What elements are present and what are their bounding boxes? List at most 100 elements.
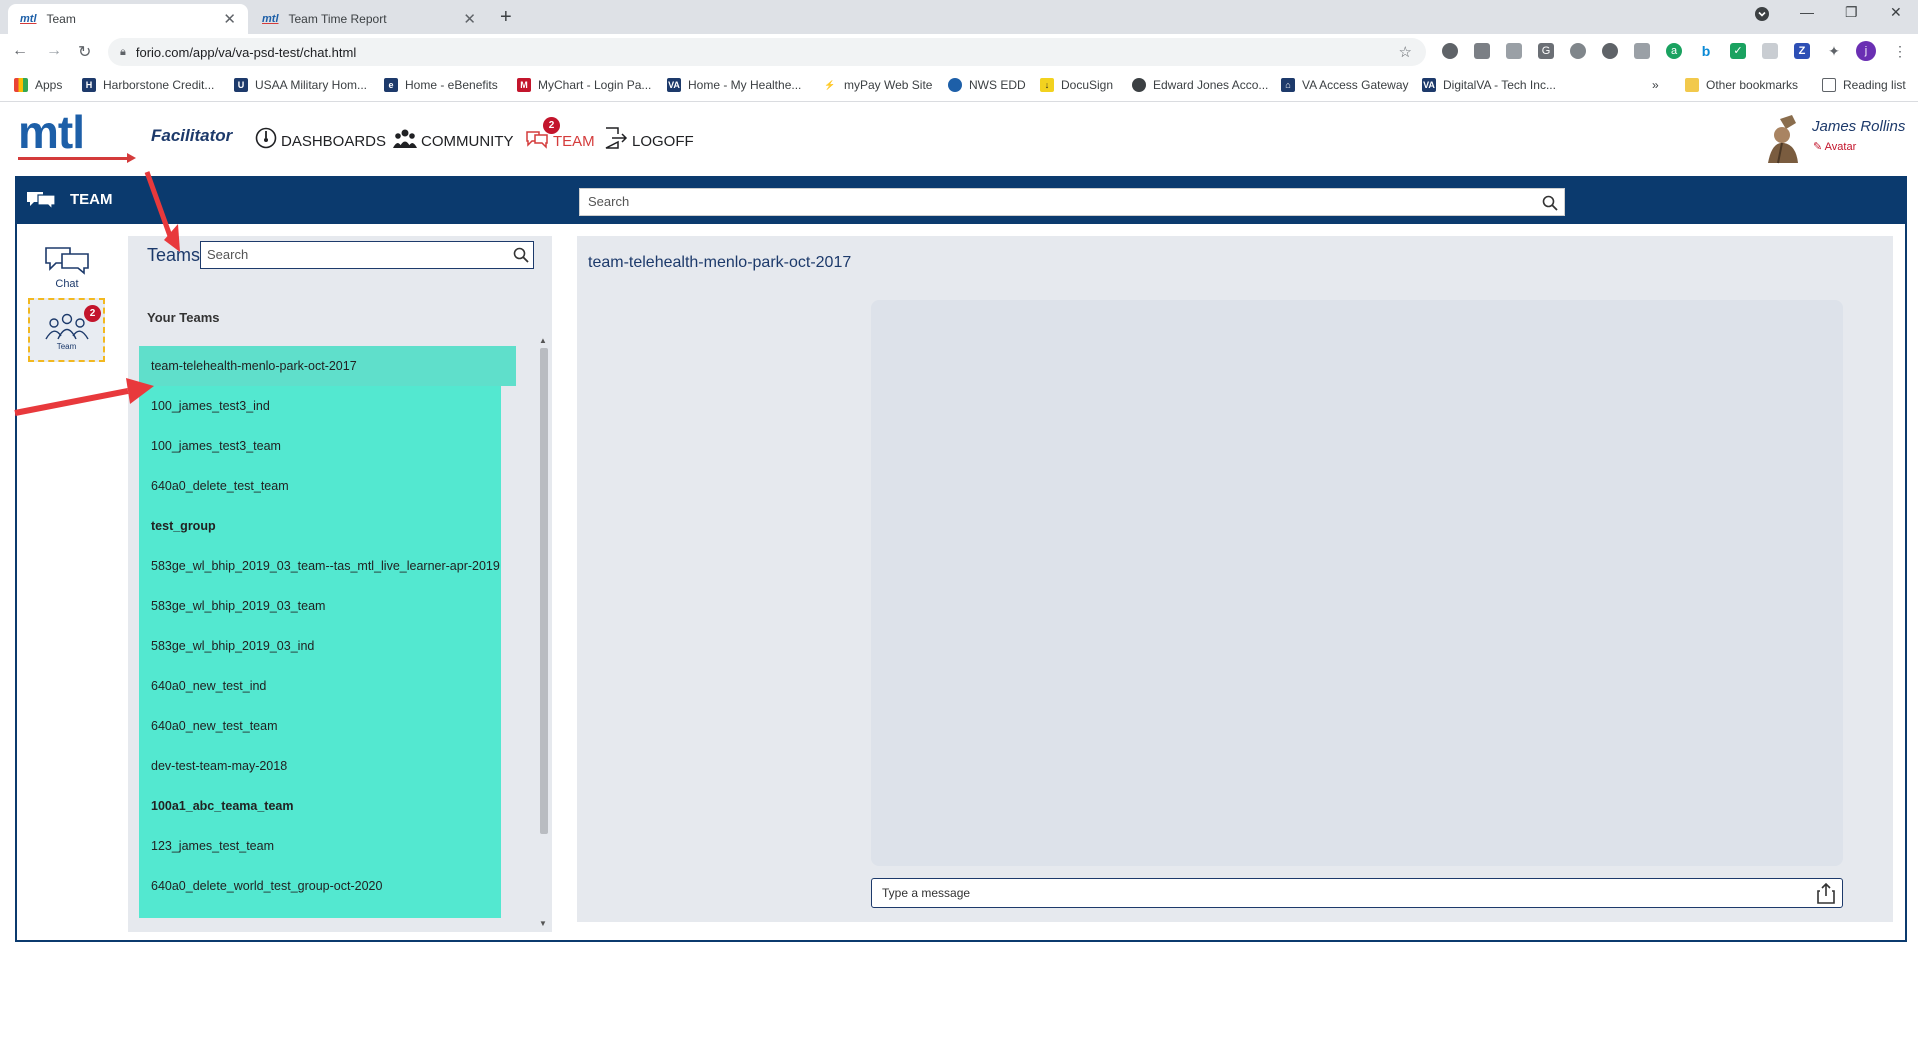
bookmark-harborstone[interactable]: H Harborstone Credit... bbox=[82, 78, 214, 92]
sidebar-team-button[interactable]: Team 2 bbox=[28, 298, 105, 362]
other-bookmarks-folder[interactable]: Other bookmarks bbox=[1685, 78, 1798, 92]
community-people-icon bbox=[393, 127, 417, 155]
logo-underline-arrow bbox=[18, 153, 136, 163]
team-list-scrollbar[interactable]: ▲ ▼ bbox=[538, 336, 550, 928]
bookmark-va-access-gateway[interactable]: ⌂ VA Access Gateway bbox=[1281, 78, 1409, 92]
close-tab-icon[interactable]: ✕ bbox=[463, 10, 476, 28]
new-tab-icon[interactable]: + bbox=[500, 6, 512, 29]
lock-icon: 🔒︎ bbox=[120, 45, 126, 58]
browser-tab-team[interactable]: mtl Team ✕ bbox=[8, 4, 248, 34]
nav-community[interactable]: COMMUNITY bbox=[393, 127, 514, 155]
search-icon[interactable] bbox=[513, 246, 529, 272]
extension-icon[interactable] bbox=[1506, 43, 1522, 59]
browser-tab-team-time-report[interactable]: mtl Team Time Report ✕ bbox=[250, 4, 488, 34]
bookmark-nws-edd[interactable]: NWS EDD bbox=[948, 78, 1026, 92]
va-icon: VA bbox=[667, 78, 681, 92]
dashboard-gauge-icon bbox=[255, 127, 277, 155]
grammarly-extension-icon[interactable]: G bbox=[1538, 43, 1554, 59]
bookmarks-overflow-icon[interactable]: » bbox=[1652, 78, 1659, 92]
team-list-item[interactable]: team-telehealth-menlo-park-oct-2017 bbox=[139, 346, 516, 386]
global-search-input[interactable]: Search bbox=[579, 188, 1565, 216]
scroll-down-icon[interactable]: ▼ bbox=[539, 919, 547, 928]
minimize-window-icon[interactable]: — bbox=[1800, 4, 1814, 20]
edit-avatar-link[interactable]: ✎ Avatar bbox=[1813, 140, 1856, 153]
restore-window-icon[interactable]: ❐ bbox=[1845, 4, 1858, 21]
mtl-favicon-icon: mtl bbox=[20, 13, 37, 25]
edwardjones-icon bbox=[1132, 78, 1146, 92]
checkmark-extension-icon[interactable]: ✓ bbox=[1730, 43, 1746, 59]
bookmark-mypay[interactable]: ⚡ myPay Web Site bbox=[823, 78, 932, 92]
nav-team[interactable]: 2 TEAM bbox=[525, 117, 595, 155]
address-bar[interactable]: 🔒︎ forio.com/app/va/va-psd-test/chat.htm… bbox=[108, 38, 1426, 66]
bookmark-digitalva[interactable]: VA DigitalVA - Tech Inc... bbox=[1422, 78, 1556, 92]
team-list-item[interactable]: 123_james_test_team bbox=[139, 826, 501, 866]
extensions-puzzle-icon[interactable]: ✦ bbox=[1826, 43, 1842, 59]
team-list-item[interactable]: 100_james_test3_team bbox=[139, 426, 501, 466]
tab-title: Team bbox=[46, 12, 76, 26]
bookmark-ebenefits[interactable]: e Home - eBenefits bbox=[384, 78, 498, 92]
extension-icon[interactable] bbox=[1570, 43, 1586, 59]
teams-search-input[interactable]: Search bbox=[200, 241, 534, 269]
nws-icon bbox=[948, 78, 962, 92]
reading-list[interactable]: Reading list bbox=[1822, 78, 1906, 92]
extension-icon[interactable] bbox=[1634, 43, 1650, 59]
team-list-item[interactable]: dev-test-team-may-2018 bbox=[139, 746, 501, 786]
back-arrow-icon[interactable]: ← bbox=[12, 42, 28, 60]
url-text: forio.com/app/va/va-psd-test/chat.html bbox=[135, 44, 357, 60]
extension-icon[interactable] bbox=[1602, 43, 1618, 59]
team-list-item[interactable]: 100a1_abc_teama_team bbox=[139, 786, 501, 826]
bing-extension-icon[interactable]: b bbox=[1698, 43, 1714, 59]
bookmark-usaa[interactable]: U USAA Military Hom... bbox=[234, 78, 367, 92]
sidebar-chat-button[interactable]: Chat bbox=[42, 245, 92, 290]
chat-panel: team-telehealth-menlo-park-oct-2017 Type… bbox=[577, 236, 1893, 922]
bookmark-mychart[interactable]: M MyChart - Login Pa... bbox=[517, 78, 651, 92]
bookmark-myhealthevet[interactable]: VA Home - My Healthe... bbox=[667, 78, 801, 92]
bookmark-star-icon[interactable]: ☆ bbox=[1399, 43, 1412, 61]
user-avatar[interactable] bbox=[1762, 115, 1806, 165]
mtl-logo[interactable]: mtl bbox=[18, 109, 136, 163]
team-list-item[interactable]: 640a0_delete_test_team bbox=[139, 466, 501, 506]
search-icon[interactable] bbox=[1542, 194, 1558, 220]
send-share-icon[interactable] bbox=[1816, 882, 1836, 914]
team-list-item[interactable]: 583ge_wl_bhip_2019_03_team bbox=[139, 586, 501, 626]
team-list-item[interactable]: 640a0_delete_world_test_group-oct-2020 bbox=[139, 866, 501, 906]
extension-icon[interactable]: a bbox=[1666, 43, 1682, 59]
team-list-item[interactable]: 640a0_new_test_ind bbox=[139, 666, 501, 706]
extension-icon[interactable] bbox=[1442, 43, 1458, 59]
profile-avatar[interactable]: j bbox=[1856, 41, 1876, 61]
team-list-item[interactable]: 123_james_test_ind bbox=[139, 906, 501, 918]
team-list-item[interactable]: 583ge_wl_bhip_2019_03_ind bbox=[139, 626, 501, 666]
browser-menu-icon[interactable]: ⋮ bbox=[1892, 43, 1908, 59]
tab-search-icon[interactable] bbox=[1755, 7, 1769, 24]
message-input[interactable]: Type a message bbox=[871, 878, 1843, 908]
team-list-item[interactable]: test_group bbox=[139, 506, 501, 546]
mtl-favicon-icon: mtl bbox=[262, 13, 279, 25]
extension-icon[interactable] bbox=[1762, 43, 1778, 59]
va-icon: VA bbox=[1422, 78, 1436, 92]
nav-logoff[interactable]: LOGOFF bbox=[604, 127, 694, 155]
sidebar-chat-label: Chat bbox=[55, 278, 79, 290]
bookmark-apps[interactable]: Apps bbox=[14, 78, 62, 92]
close-window-icon[interactable]: ✕ bbox=[1890, 4, 1902, 21]
scrollbar-thumb[interactable] bbox=[540, 348, 548, 834]
scroll-up-icon[interactable]: ▲ bbox=[539, 336, 547, 345]
team-list-item[interactable]: 100_james_test3_ind bbox=[139, 386, 501, 426]
bookmarks-bar: Apps H Harborstone Credit... U USAA Mili… bbox=[0, 70, 1918, 102]
team-list-item[interactable]: 583ge_wl_bhip_2019_03_team--tas_mtl_live… bbox=[139, 546, 501, 586]
mypay-icon: ⚡ bbox=[823, 78, 837, 92]
role-label: Facilitator bbox=[151, 126, 233, 145]
team-bar-title: TEAM bbox=[70, 191, 113, 208]
team-list-item[interactable]: 640a0_new_test_team bbox=[139, 706, 501, 746]
bookmark-edward-jones[interactable]: Edward Jones Acco... bbox=[1132, 78, 1268, 92]
reload-icon[interactable]: ↻ bbox=[78, 42, 91, 62]
bookmark-docusign[interactable]: ↓ DocuSign bbox=[1040, 78, 1113, 92]
usaa-icon: U bbox=[234, 78, 248, 92]
calendar-extension-icon[interactable] bbox=[1474, 43, 1490, 59]
teams-heading: Teams bbox=[147, 245, 201, 265]
sidebar-team-label: Team bbox=[56, 342, 77, 351]
logoff-icon bbox=[604, 127, 628, 155]
close-tab-icon[interactable]: ✕ bbox=[223, 10, 236, 28]
zotero-extension-icon[interactable]: Z bbox=[1794, 43, 1810, 59]
nav-dashboards[interactable]: DASHBOARDS bbox=[255, 127, 386, 155]
forward-arrow-icon[interactable]: → bbox=[46, 42, 62, 60]
